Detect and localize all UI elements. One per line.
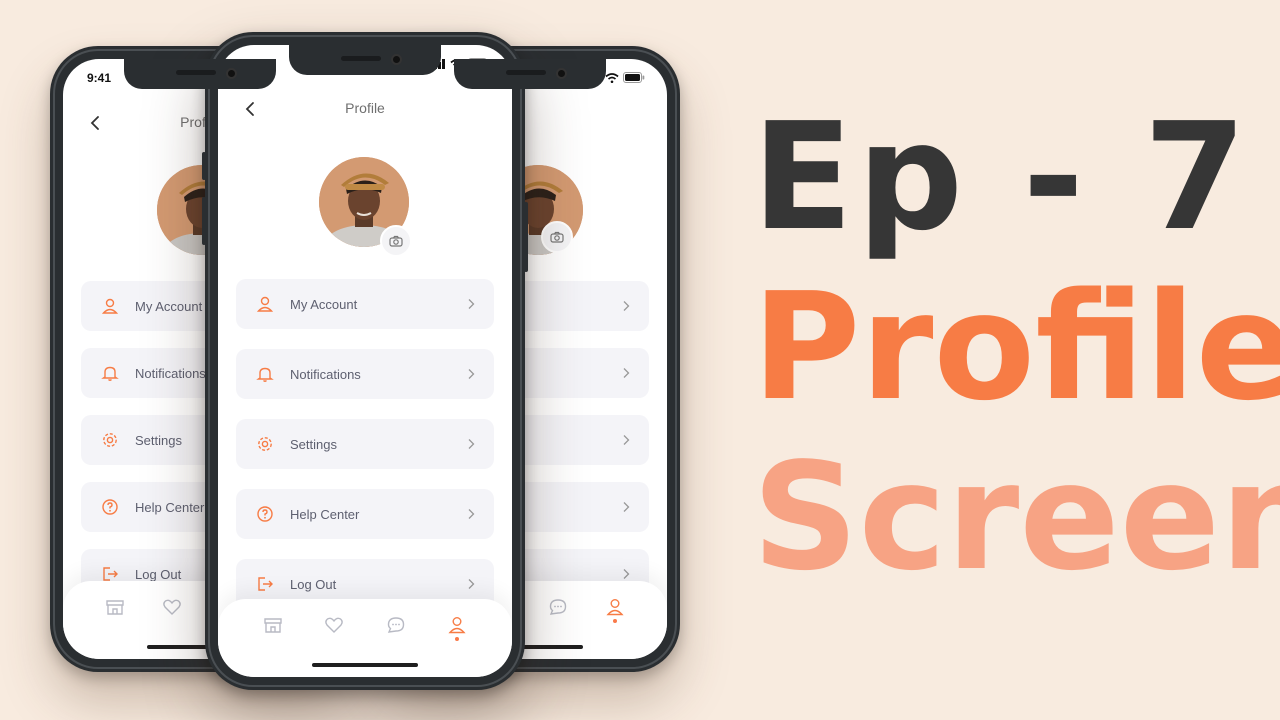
menu-label: Help Center	[290, 506, 360, 522]
heart-icon	[325, 617, 344, 633]
user-icon	[99, 295, 121, 317]
camera-icon	[389, 235, 403, 247]
episode-title: Ep - 7	[752, 91, 1251, 263]
profile-menu: My Account Notifications Settings Help C…	[236, 279, 494, 629]
bell-icon	[254, 363, 276, 385]
notch	[289, 45, 441, 75]
header-title: Profile	[345, 100, 385, 116]
chevron-right-icon	[468, 369, 475, 379]
tab-shop[interactable]	[259, 615, 287, 643]
user-icon	[606, 599, 624, 616]
phone-screen: 9:41 Profile My Account	[218, 45, 512, 677]
tab-chat[interactable]	[382, 615, 410, 643]
user-icon	[254, 293, 276, 315]
tab-profile[interactable]	[443, 615, 471, 643]
help-icon	[254, 503, 276, 525]
logout-icon	[254, 573, 276, 595]
menu-item-help-center[interactable]: Help Center	[236, 489, 494, 539]
chevron-right-icon	[623, 368, 630, 378]
chat-icon	[550, 599, 567, 615]
headline-screen: Screen	[752, 431, 1280, 603]
headline-profile: Profile	[752, 261, 1280, 433]
chevron-right-icon	[623, 502, 630, 512]
shop-icon	[264, 618, 282, 633]
status-time: 9:41	[87, 71, 112, 85]
shop-icon	[106, 600, 124, 615]
battery-icon	[623, 72, 645, 83]
notch	[124, 59, 276, 89]
chevron-right-icon	[468, 439, 475, 449]
menu-label: My Account	[290, 296, 358, 312]
chevron-right-icon	[623, 435, 630, 445]
menu-item-my-account[interactable]: My Account	[236, 279, 494, 329]
change-photo-button[interactable]	[541, 221, 573, 253]
phone-front: 9:41 Profile My Account	[202, 32, 528, 690]
camera-icon	[550, 231, 564, 243]
thumbnail-stage: 9:41 Profile My Account Notifications Se…	[0, 0, 1280, 720]
active-tab-dot	[455, 637, 460, 641]
gear-icon	[254, 433, 276, 455]
tab-favourites[interactable]	[158, 597, 186, 625]
menu-item-settings[interactable]: Settings	[236, 419, 494, 469]
gear-icon	[99, 429, 121, 451]
heart-icon	[162, 599, 181, 615]
chevron-right-icon	[623, 569, 630, 579]
help-icon	[99, 496, 121, 518]
bell-icon	[99, 362, 121, 384]
chevron-right-icon	[468, 299, 475, 309]
headline: Ep - 7 Profile Screen	[752, 91, 1280, 603]
menu-item-notifications[interactable]: Notifications	[236, 349, 494, 399]
wifi-icon	[605, 72, 619, 83]
chevron-right-icon	[623, 301, 630, 311]
menu-label: Notifications	[290, 366, 361, 382]
tab-profile[interactable]	[601, 597, 629, 625]
tab-chat[interactable]	[544, 597, 572, 625]
notch	[454, 59, 606, 89]
change-photo-button[interactable]	[380, 225, 412, 257]
menu-label: Log Out	[290, 576, 337, 592]
chevron-right-icon	[468, 579, 475, 589]
chevron-right-icon	[468, 509, 475, 519]
menu-label: Settings	[290, 436, 337, 452]
tab-favourites[interactable]	[320, 615, 348, 643]
user-icon	[448, 617, 466, 634]
chat-icon	[387, 617, 404, 633]
tab-shop[interactable]	[101, 597, 129, 625]
home-indicator	[312, 663, 418, 667]
